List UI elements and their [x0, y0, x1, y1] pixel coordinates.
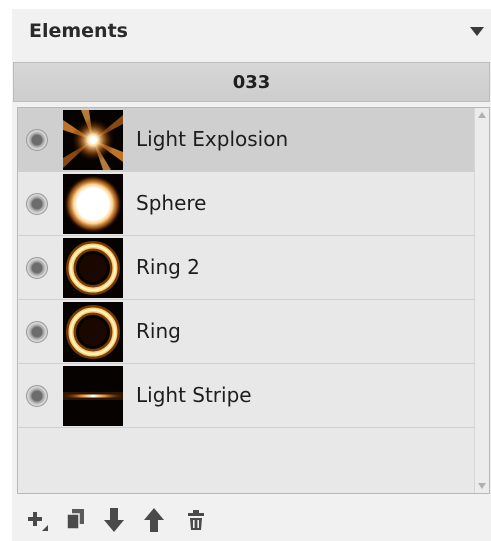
ring-thumbnail — [63, 302, 123, 362]
eye-icon[interactable] — [26, 385, 48, 407]
element-label: Ring — [136, 319, 181, 343]
elements-toolbar — [17, 501, 490, 541]
vertical-scrollbar[interactable] — [474, 108, 489, 493]
light-stripe-thumbnail — [63, 366, 123, 426]
arrow-down-icon[interactable] — [99, 505, 129, 535]
element-row-ring[interactable]: Ring — [18, 300, 474, 364]
add-icon[interactable] — [23, 505, 53, 535]
element-label: Ring 2 — [136, 255, 200, 279]
group-name: 033 — [232, 71, 271, 93]
eye-icon[interactable] — [26, 193, 48, 215]
elements-list-frame: Light Explosion Sphere Ring 2 Ring Light… — [17, 107, 490, 494]
element-row-light-stripe[interactable]: Light Stripe — [18, 364, 474, 428]
ring-thumbnail — [63, 238, 123, 298]
element-row-sphere[interactable]: Sphere — [18, 172, 474, 236]
sphere-thumbnail — [63, 174, 123, 234]
light-explosion-thumbnail — [63, 110, 123, 170]
scroll-up-icon[interactable] — [478, 112, 486, 118]
trash-icon[interactable] — [181, 505, 211, 535]
eye-icon[interactable] — [26, 129, 48, 151]
eye-icon[interactable] — [26, 321, 48, 343]
elements-panel: Elements 033 Light Explosion Sphere Ring… — [12, 9, 491, 541]
element-label: Light Explosion — [136, 127, 289, 151]
arrow-up-icon[interactable] — [139, 505, 169, 535]
element-row-ring-2[interactable]: Ring 2 — [18, 236, 474, 300]
element-label: Light Stripe — [136, 383, 252, 407]
element-label: Sphere — [136, 191, 207, 215]
duplicate-icon[interactable] — [61, 505, 91, 535]
group-name-bar[interactable]: 033 — [13, 62, 490, 102]
scroll-down-icon[interactable] — [478, 483, 486, 489]
panel-header: Elements — [12, 9, 491, 53]
element-row-light-explosion[interactable]: Light Explosion — [18, 108, 474, 172]
eye-icon[interactable] — [26, 257, 48, 279]
panel-title: Elements — [29, 20, 128, 42]
elements-list: Light Explosion Sphere Ring 2 Ring Light… — [18, 108, 474, 493]
triangle-down-icon[interactable] — [470, 27, 484, 36]
